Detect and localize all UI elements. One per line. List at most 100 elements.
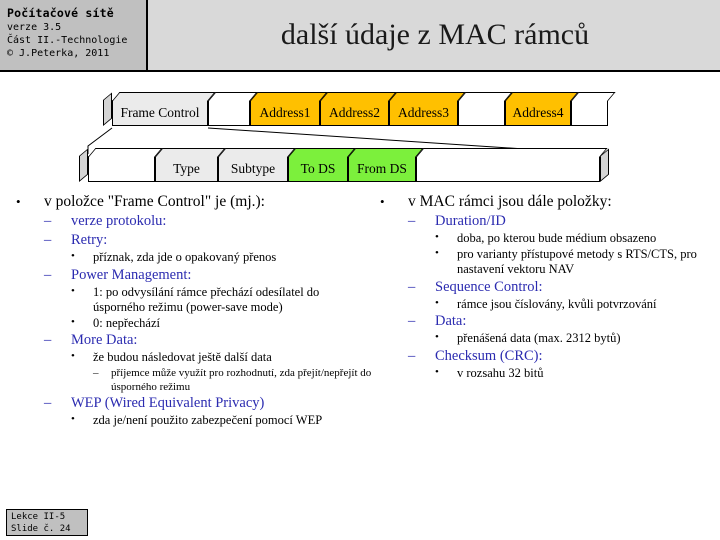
list-item-label: přenášená data (max. 2312 bytů) xyxy=(457,331,621,345)
top-bar-left-endcap xyxy=(103,92,112,126)
subfield-type[interactable]: Type xyxy=(155,148,226,182)
list-item: – Checksum (CRC): • v rozsahu 32 bitů xyxy=(408,347,716,382)
list-item-label: doba, po kterou bude médium obsazeno xyxy=(457,231,657,245)
field-label: Subtype xyxy=(230,161,276,176)
list-item-label: Sequence Control: xyxy=(435,278,543,295)
list-item-label: WEP (Wired Equivalent Privacy) xyxy=(71,394,265,411)
bullet-glyph: – xyxy=(408,313,416,329)
subfield-from-ds[interactable]: From DS xyxy=(348,148,424,182)
right-sublist-3: • rámce jsou číslovány, kvůli potvrzován… xyxy=(435,297,716,313)
left-sublist-3: • příznak, zda jde o opakovaný přenos xyxy=(71,250,374,266)
bullet-glyph: • xyxy=(16,194,21,209)
frame-control-detail-bar: Type Subtype To DS From DS xyxy=(0,148,720,182)
bullet-glyph: – xyxy=(93,366,99,379)
list-item: – Data: • přenášená data (max. 2312 bytů… xyxy=(408,312,716,347)
field-address1[interactable]: Address1 xyxy=(250,92,328,126)
list-item: – Duration/ID • doba, po kterou bude méd… xyxy=(408,212,716,278)
list-item: • 1: po odvysílání rámce přechází odesíl… xyxy=(71,285,374,316)
bullet-glyph: – xyxy=(44,332,52,348)
bullet-glyph: – xyxy=(44,213,52,229)
list-item: – Retry: • příznak, zda jde o opakovaný … xyxy=(44,231,374,266)
bullet-glyph: – xyxy=(44,232,52,248)
slide-number-label: Slide č. 24 xyxy=(11,523,71,534)
field-address3[interactable]: Address3 xyxy=(389,92,466,126)
lecture-label: Lekce II-5 xyxy=(11,512,66,522)
list-item-label: Data: xyxy=(435,313,467,329)
bottom-bar-left-endcap xyxy=(79,148,88,182)
slide-footer: Lekce II-5 Slide č. 24 xyxy=(6,509,88,536)
list-item-label: Power Management: xyxy=(71,266,192,283)
mac-frame-top-bar: Frame Control Address1 Address2 Address3… xyxy=(0,92,720,126)
bullet-glyph: • xyxy=(435,231,439,243)
subfield-gap-left xyxy=(88,148,163,182)
mac-frame-diagram: Frame Control Address1 Address2 Address3… xyxy=(0,78,720,188)
bullet-glyph: • xyxy=(380,194,385,209)
bullet-glyph: – xyxy=(408,347,416,364)
list-item: – příjemce může využít pro rozhodnutí, z… xyxy=(93,366,374,394)
course-info-box: Počítačové sítě verze 3.5 Část II.-Techn… xyxy=(0,0,148,70)
slide-header: Počítačové sítě verze 3.5 Část II.-Techn… xyxy=(0,0,720,72)
bullet-glyph: • xyxy=(71,412,75,425)
bullet-glyph: – xyxy=(44,266,52,283)
field-address4[interactable]: Address4 xyxy=(505,92,579,126)
list-item: • v rozsahu 32 bitů xyxy=(435,366,716,382)
right-content-column: • v MAC rámci jsou dále položky: – Durat… xyxy=(380,192,716,382)
list-item-label: že budou následovat ještě další data xyxy=(93,350,272,364)
list-item: – More Data: • že budou následovat ještě… xyxy=(44,331,374,394)
cell-bevel xyxy=(348,148,424,157)
right-sublist-3: • přenášená data (max. 2312 bytů) xyxy=(435,331,716,347)
list-item: • doba, po kterou bude médium obsazeno xyxy=(435,231,716,247)
list-item: • zda je/není použito zabezpečení pomocí… xyxy=(71,413,374,429)
list-item: – Sequence Control: • rámce jsou číslová… xyxy=(408,278,716,313)
left-sublist-4: – příjemce může využít pro rozhodnutí, z… xyxy=(93,366,374,394)
course-version: verze 3.5 xyxy=(7,22,62,33)
list-item: – verze protokolu: xyxy=(44,212,374,231)
list-item-label: Retry: xyxy=(71,232,108,248)
field-frame-control[interactable]: Frame Control xyxy=(112,92,216,126)
field-address2[interactable]: Address2 xyxy=(320,92,397,126)
subfield-gap-right xyxy=(416,148,608,182)
left-sublist-3: • zda je/není použito zabezpečení pomocí… xyxy=(71,413,374,429)
bullet-glyph: – xyxy=(408,213,416,229)
list-item-label: Duration/ID xyxy=(435,213,506,229)
cell-bevel xyxy=(416,148,608,157)
bullet-glyph: • xyxy=(435,331,439,343)
right-bullet-list: • v MAC rámci jsou dále položky: – Durat… xyxy=(380,192,716,381)
subfield-subtype[interactable]: Subtype xyxy=(218,148,296,182)
bullet-glyph: • xyxy=(71,284,75,297)
field-label: Address3 xyxy=(398,105,449,120)
cell-bevel xyxy=(218,148,296,157)
course-name: Počítačové sítě xyxy=(7,6,114,20)
list-item: • pro varianty přístupové metody s RTS/C… xyxy=(435,247,716,278)
cell-bevel xyxy=(112,92,216,101)
list-item: • v MAC rámci jsou dále položky: – Durat… xyxy=(380,192,716,381)
right-sublist: – Duration/ID • doba, po kterou bude méd… xyxy=(408,212,716,381)
list-item-label: More Data: xyxy=(71,332,138,348)
subfield-to-ds[interactable]: To DS xyxy=(288,148,356,182)
field-gap-3 xyxy=(571,92,616,126)
cell-bevel xyxy=(320,92,397,101)
list-item-label: verze protokolu: xyxy=(71,213,167,229)
page-title: další údaje z MAC rámců xyxy=(280,18,590,51)
field-gap-1 xyxy=(208,92,258,126)
left-sublist-3: • že budou následovat ještě další data –… xyxy=(71,350,374,394)
list-item-label: příjemce může využít pro rozhodnutí, zda… xyxy=(111,366,372,393)
cell-bevel xyxy=(389,92,466,101)
cell-bevel xyxy=(250,92,328,101)
course-copyright: © J.Peterka, 2011 xyxy=(7,48,110,59)
field-label: From DS xyxy=(357,161,407,176)
list-item-label: v položce "Frame Control" je (mj.): xyxy=(44,193,265,210)
bullet-glyph: • xyxy=(435,365,439,378)
list-item-label: 1: po odvysílání rámce přechází odesílat… xyxy=(93,284,320,315)
list-item: – WEP (Wired Equivalent Privacy) • zda j… xyxy=(44,394,374,429)
field-label: Address4 xyxy=(512,105,564,120)
list-item-label: Checksum (CRC): xyxy=(435,347,543,364)
right-sublist-3: • v rozsahu 32 bitů xyxy=(435,366,716,382)
bullet-glyph: • xyxy=(71,250,75,262)
field-label: Type xyxy=(173,161,200,176)
list-item-label: v MAC rámci jsou dále položky: xyxy=(408,193,612,210)
right-sublist-3: • doba, po kterou bude médium obsazeno •… xyxy=(435,231,716,278)
list-item-label: v rozsahu 32 bitů xyxy=(457,365,544,380)
list-item: • rámce jsou číslovány, kvůli potvrzován… xyxy=(435,297,716,313)
list-item: • v položce "Frame Control" je (mj.): – … xyxy=(16,192,374,428)
